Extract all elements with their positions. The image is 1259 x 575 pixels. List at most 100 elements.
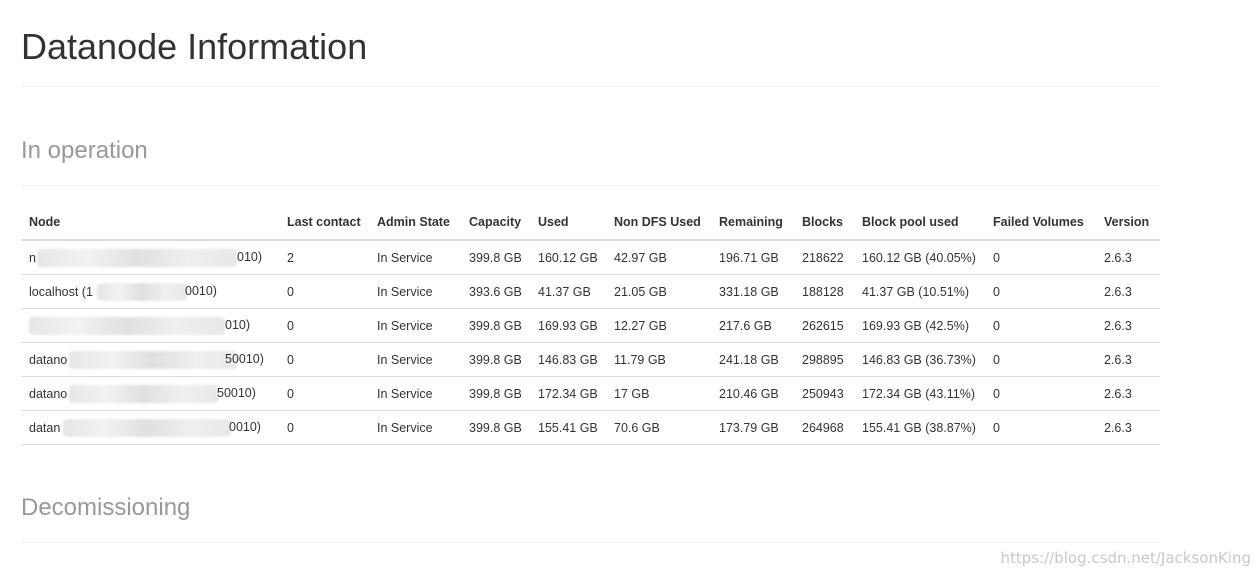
remaining-cell: 196.71 GB [711,240,794,275]
remaining-cell: 173.79 GB [711,410,794,445]
node-name-suffix: 010) [237,250,263,264]
column-header-version[interactable]: Version [1096,205,1160,241]
table-row: n 010) 2 In Service 399.8 GB 160.12 GB 4… [21,240,1160,275]
node-name-prefix: datano [29,352,68,367]
column-header-capacity[interactable]: Capacity [461,205,530,241]
column-header-non-dfs-used[interactable]: Non DFS Used [606,205,711,241]
node-cell: localhost (1 0010) [21,274,279,309]
non-dfs-used-cell: 42.97 GB [606,240,711,275]
blocks-cell: 250943 [794,376,854,411]
blocks-cell: 262615 [794,308,854,343]
section-title-in-operation: In operation [21,137,148,164]
node-cell: 010) [21,308,279,343]
capacity-cell: 399.8 GB [461,410,530,445]
remaining-cell: 217.6 GB [711,308,794,343]
node-name-prefix: localhost (1 [29,284,93,299]
column-header-blocks[interactable]: Blocks [794,205,854,241]
node-cell: datan 0010) [21,410,279,445]
node-cell: n 010) [21,240,279,275]
column-header-failed-volumes[interactable]: Failed Volumes [985,205,1096,241]
table-row: localhost (1 0010) 0 In Service 393.6 GB… [21,274,1160,309]
table-header-row: Node Last contact Admin State Capacity U… [21,205,1160,241]
version-cell: 2.6.3 [1096,308,1160,343]
block-pool-used-cell: 172.34 GB (43.11%) [854,376,985,411]
redacted-hostname [29,317,225,335]
non-dfs-used-cell: 70.6 GB [606,410,711,445]
page-title: Datanode Information [21,26,368,67]
datanode-table: Node Last contact Admin State Capacity U… [21,205,1160,445]
last-contact-cell: 2 [279,240,369,275]
blocks-cell: 264968 [794,410,854,445]
failed-volumes-cell: 0 [985,240,1096,275]
column-header-node[interactable]: Node [21,205,279,241]
used-cell: 172.34 GB [530,376,606,411]
version-cell: 2.6.3 [1096,274,1160,309]
admin-state-cell: In Service [369,240,461,275]
node-name-suffix: 010) [225,318,251,332]
remaining-cell: 241.18 GB [711,342,794,377]
version-cell: 2.6.3 [1096,410,1160,445]
column-header-remaining[interactable]: Remaining [711,205,794,241]
version-cell: 2.6.3 [1096,240,1160,275]
node-name-prefix: datan [29,420,61,435]
block-pool-used-cell: 41.37 GB (10.51%) [854,274,985,309]
block-pool-used-cell: 160.12 GB (40.05%) [854,240,985,275]
column-header-used[interactable]: Used [530,205,606,241]
node-cell: datano 50010) [21,342,279,377]
version-cell: 2.6.3 [1096,376,1160,411]
divider [21,185,1160,186]
non-dfs-used-cell: 12.27 GB [606,308,711,343]
blocks-cell: 188128 [794,274,854,309]
last-contact-cell: 0 [279,376,369,411]
node-name-suffix: 0010) [229,420,261,434]
blocks-cell: 218622 [794,240,854,275]
watermark: https://blog.csdn.net/JacksonKing [1000,549,1251,567]
failed-volumes-cell: 0 [985,274,1096,309]
capacity-cell: 399.8 GB [461,308,530,343]
failed-volumes-cell: 0 [985,342,1096,377]
table-row: 010) 0 In Service 399.8 GB 169.93 GB 12.… [21,308,1160,343]
admin-state-cell: In Service [369,410,461,445]
node-name-prefix: datano [29,386,68,401]
table-row: datan 0010) 0 In Service 399.8 GB 155.41… [21,410,1160,445]
divider [21,86,1160,87]
redacted-hostname [69,351,237,369]
block-pool-used-cell: 146.83 GB (36.73%) [854,342,985,377]
redacted-hostname [69,385,219,403]
block-pool-used-cell: 169.93 GB (42.5%) [854,308,985,343]
remaining-cell: 210.46 GB [711,376,794,411]
failed-volumes-cell: 0 [985,376,1096,411]
table-row: datano 50010) 0 In Service 399.8 GB 172.… [21,376,1160,411]
admin-state-cell: In Service [369,308,461,343]
redacted-hostname [37,249,237,267]
non-dfs-used-cell: 21.05 GB [606,274,711,309]
last-contact-cell: 0 [279,342,369,377]
used-cell: 41.37 GB [530,274,606,309]
column-header-block-pool-used[interactable]: Block pool used [854,205,985,241]
capacity-cell: 399.8 GB [461,240,530,275]
last-contact-cell: 0 [279,274,369,309]
capacity-cell: 393.6 GB [461,274,530,309]
last-contact-cell: 0 [279,308,369,343]
capacity-cell: 399.8 GB [461,342,530,377]
failed-volumes-cell: 0 [985,308,1096,343]
used-cell: 160.12 GB [530,240,606,275]
used-cell: 169.93 GB [530,308,606,343]
version-cell: 2.6.3 [1096,342,1160,377]
remaining-cell: 331.18 GB [711,274,794,309]
section-title-decommissioning: Decomissioning [21,494,191,521]
non-dfs-used-cell: 17 GB [606,376,711,411]
table-row: datano 50010) 0 In Service 399.8 GB 146.… [21,342,1160,377]
node-name-suffix: 0010) [185,284,217,298]
used-cell: 146.83 GB [530,342,606,377]
column-header-last-contact[interactable]: Last contact [279,205,369,241]
node-name-suffix: 50010) [225,352,264,366]
admin-state-cell: In Service [369,342,461,377]
capacity-cell: 399.8 GB [461,376,530,411]
column-header-admin-state[interactable]: Admin State [369,205,461,241]
node-cell: datano 50010) [21,376,279,411]
admin-state-cell: In Service [369,376,461,411]
non-dfs-used-cell: 11.79 GB [606,342,711,377]
node-name-prefix: n [29,250,36,265]
used-cell: 155.41 GB [530,410,606,445]
